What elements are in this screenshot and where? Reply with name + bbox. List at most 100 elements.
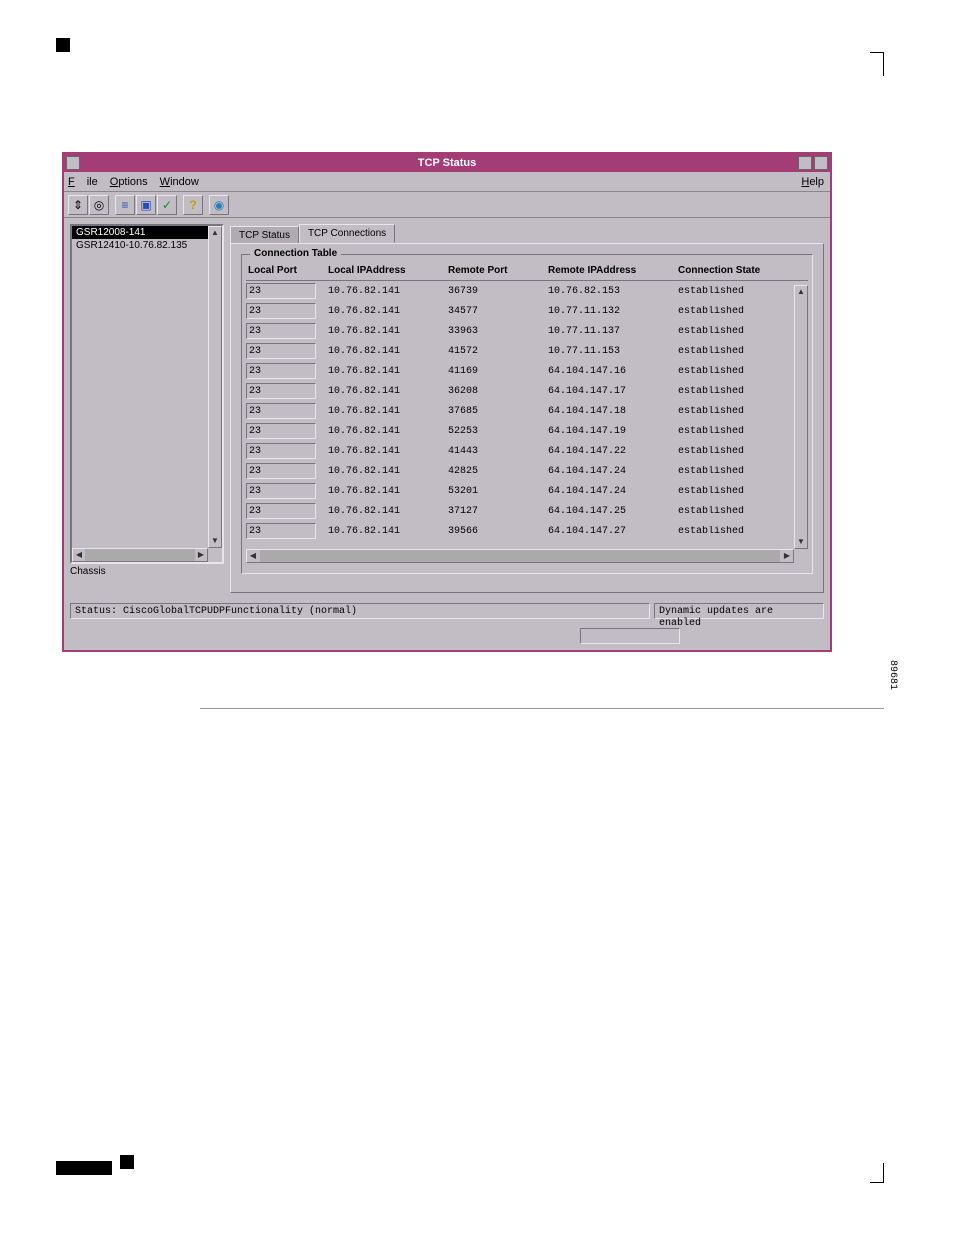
cell-remote-port: 37127 <box>446 506 546 517</box>
toolbar-sort-icon[interactable]: ⇕ <box>68 195 88 215</box>
table-row[interactable]: 2310.76.82.1415320164.104.147.24establis… <box>246 481 794 501</box>
table-row[interactable]: 2310.76.82.1413956664.104.147.27establis… <box>246 521 794 541</box>
table-horizontal-scrollbar[interactable]: ◀ ▶ <box>246 549 794 563</box>
cell-local-ip: 10.76.82.141 <box>326 306 446 317</box>
cell-local-ip: 10.76.82.141 <box>326 446 446 457</box>
scroll-down-icon[interactable]: ▼ <box>795 536 807 548</box>
cell-remote-ip: 64.104.147.18 <box>546 406 676 417</box>
header-local-port[interactable]: Local Port <box>246 265 326 276</box>
cell-local-port: 23 <box>246 343 316 359</box>
table-vertical-scrollbar[interactable]: ▲ ▼ <box>794 285 808 549</box>
cell-conn-state: established <box>676 306 776 317</box>
cell-local-port: 23 <box>246 523 316 539</box>
crop-mark-v <box>883 52 884 76</box>
minimize-button[interactable] <box>798 156 812 170</box>
header-remote-port[interactable]: Remote Port <box>446 265 546 276</box>
cell-local-port: 23 <box>246 423 316 439</box>
cell-local-port: 23 <box>246 303 316 319</box>
page-crop-marks-bottom <box>56 1163 884 1187</box>
tree-horizontal-scrollbar[interactable]: ◀ ▶ <box>72 548 208 562</box>
cell-local-ip: 10.76.82.141 <box>326 526 446 537</box>
header-remote-ip[interactable]: Remote IPAddress <box>546 265 676 276</box>
table-row[interactable]: 2310.76.82.1413712764.104.147.25establis… <box>246 501 794 521</box>
toolbar-refresh-icon[interactable]: ◉ <box>209 195 229 215</box>
cell-remote-ip: 10.77.11.132 <box>546 306 676 317</box>
cell-remote-ip: 64.104.147.25 <box>546 506 676 517</box>
table-row[interactable]: 2310.76.82.1413457710.77.11.132establish… <box>246 301 794 321</box>
table-row[interactable]: 2310.76.82.1413620864.104.147.17establis… <box>246 381 794 401</box>
toolbar-print-icon[interactable]: ◎ <box>89 195 109 215</box>
tree-item[interactable]: GSR12410-10.76.82.135 <box>72 239 212 252</box>
group-title: Connection Table <box>250 248 341 259</box>
scroll-left-icon[interactable]: ◀ <box>73 549 85 561</box>
header-conn-state[interactable]: Connection State <box>676 265 776 276</box>
table-row[interactable]: 2310.76.82.1414116964.104.147.16establis… <box>246 361 794 381</box>
cell-remote-port: 41169 <box>446 366 546 377</box>
cell-local-port: 23 <box>246 443 316 459</box>
toolbar-help-icon[interactable]: ? <box>183 195 203 215</box>
scroll-down-icon[interactable]: ▼ <box>209 535 221 547</box>
cell-local-ip: 10.76.82.141 <box>326 486 446 497</box>
scroll-up-icon[interactable]: ▲ <box>795 286 807 298</box>
tree-item-selected[interactable]: GSR12008-141 <box>72 226 212 239</box>
cell-conn-state: established <box>676 346 776 357</box>
cell-local-ip: 10.76.82.141 <box>326 286 446 297</box>
table-body: 2310.76.82.1413673910.76.82.153establish… <box>246 281 808 563</box>
crop-mark-h <box>870 52 884 53</box>
horizontal-rule <box>200 708 884 709</box>
menu-bar: File Options Window Help <box>64 172 830 192</box>
table-row[interactable]: 2310.76.82.1414157210.77.11.153establish… <box>246 341 794 361</box>
cell-remote-ip: 10.77.11.137 <box>546 326 676 337</box>
crop-mark-v <box>883 1163 884 1183</box>
scrollbar-track[interactable] <box>260 550 780 562</box>
tcp-status-window: TCP Status File Options Window Help ⇕ ◎ … <box>62 152 832 652</box>
toolbar: ⇕ ◎ ≡ ▣ ✓ ? ◉ <box>64 192 830 218</box>
header-local-ip[interactable]: Local IPAddress <box>326 265 446 276</box>
device-tree[interactable]: GSR12008-141 GSR12410-10.76.82.135 ▲ ▼ ◀… <box>70 224 224 564</box>
window-titlebar[interactable]: TCP Status <box>64 154 830 172</box>
table-row[interactable]: 2310.76.82.1413396310.77.11.137establish… <box>246 321 794 341</box>
cell-conn-state: established <box>676 326 776 337</box>
scroll-right-icon[interactable]: ▶ <box>195 549 207 561</box>
cell-conn-state: established <box>676 386 776 397</box>
maximize-button[interactable] <box>814 156 828 170</box>
cell-local-port: 23 <box>246 283 316 299</box>
menu-file[interactable]: File <box>68 176 98 188</box>
cell-remote-port: 53201 <box>446 486 546 497</box>
cell-conn-state: established <box>676 486 776 497</box>
menu-window[interactable]: Window <box>160 176 199 188</box>
tree-vertical-scrollbar[interactable]: ▲ ▼ <box>208 226 222 548</box>
toolbar-stop-icon[interactable]: ▣ <box>136 195 156 215</box>
cell-remote-port: 36739 <box>446 286 546 297</box>
cell-remote-ip: 64.104.147.22 <box>546 446 676 457</box>
menu-options[interactable]: Options <box>110 176 148 188</box>
tab-tcp-connections[interactable]: TCP Connections <box>299 224 395 243</box>
scroll-up-icon[interactable]: ▲ <box>209 227 221 239</box>
table-row[interactable]: 2310.76.82.1413673910.76.82.153establish… <box>246 281 794 301</box>
cell-conn-state: established <box>676 286 776 297</box>
crop-mark-square <box>56 38 70 52</box>
toolbar-list-icon[interactable]: ≡ <box>115 195 135 215</box>
cell-remote-port: 42825 <box>446 466 546 477</box>
cell-local-port: 23 <box>246 503 316 519</box>
tab-content: Connection Table Local Port Local IPAddr… <box>230 243 824 593</box>
cell-local-port: 23 <box>246 363 316 379</box>
connection-table: Local Port Local IPAddress Remote Port R… <box>246 263 808 563</box>
scroll-right-icon[interactable]: ▶ <box>781 550 793 562</box>
cell-local-port: 23 <box>246 323 316 339</box>
content-area: GSR12008-141 GSR12410-10.76.82.135 ▲ ▼ ◀… <box>64 218 830 599</box>
window-title: TCP Status <box>418 157 476 169</box>
table-row[interactable]: 2310.76.82.1415225364.104.147.19establis… <box>246 421 794 441</box>
table-row[interactable]: 2310.76.82.1414144364.104.147.22establis… <box>246 441 794 461</box>
cell-remote-ip: 64.104.147.24 <box>546 486 676 497</box>
cell-remote-port: 39566 <box>446 526 546 537</box>
table-row[interactable]: 2310.76.82.1414282564.104.147.24establis… <box>246 461 794 481</box>
system-menu-button[interactable] <box>66 156 80 170</box>
scroll-left-icon[interactable]: ◀ <box>247 550 259 562</box>
menu-help[interactable]: Help <box>801 176 824 188</box>
table-row[interactable]: 2310.76.82.1413768564.104.147.18establis… <box>246 401 794 421</box>
status-bar: Status: CiscoGlobalTCPUDPFunctionality (… <box>64 599 830 625</box>
cell-conn-state: established <box>676 406 776 417</box>
cell-remote-port: 37685 <box>446 406 546 417</box>
toolbar-check-icon[interactable]: ✓ <box>157 195 177 215</box>
